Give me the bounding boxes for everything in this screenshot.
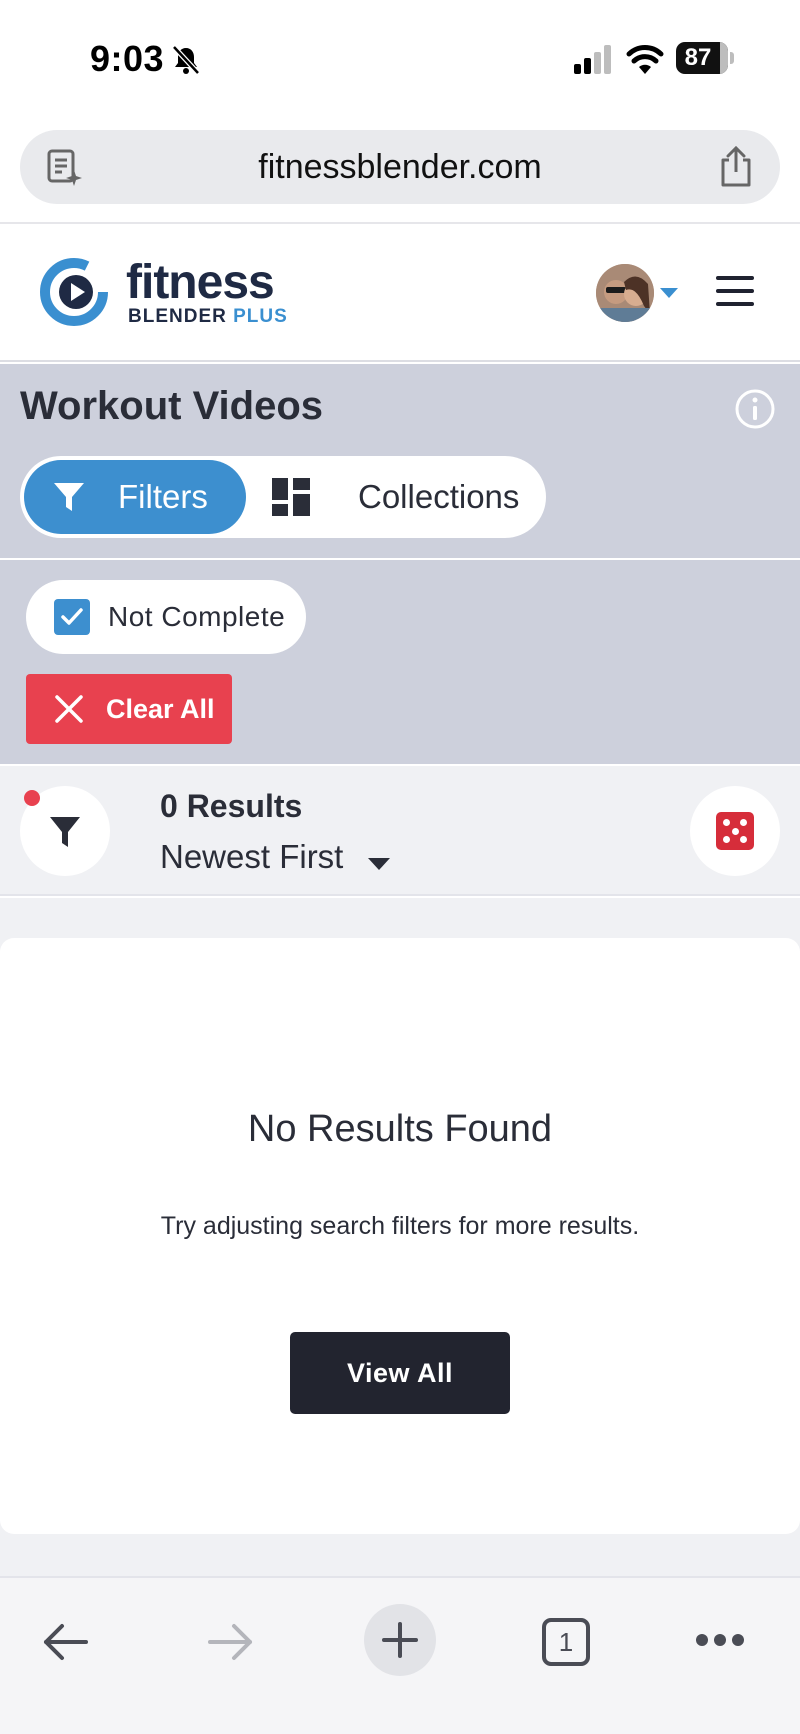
empty-state-title: No Results Found [247, 1108, 553, 1150]
battery-level: 87 [684, 44, 712, 71]
filter-funnel-icon [54, 483, 84, 511]
new-tab-button[interactable] [364, 1604, 436, 1676]
tab-filters[interactable]: Filters [24, 460, 246, 534]
sort-select[interactable]: Newest First [160, 838, 343, 876]
filter-chip-not-complete[interactable]: Not Complete [26, 580, 306, 654]
close-icon [55, 695, 83, 723]
results-count: 0 Results [160, 788, 303, 824]
address-bar[interactable]: fitnessblender.com [20, 130, 780, 204]
browser-address-area: fitnessblender.com [0, 118, 800, 224]
active-filter-indicator [24, 790, 40, 806]
view-toggle: Filters Collections [20, 456, 546, 538]
page-title: Workout Videos [20, 384, 324, 428]
tabs-icon[interactable]: 1 [542, 1618, 590, 1666]
random-workout-button[interactable] [690, 786, 780, 876]
logo-blender: BLENDER [128, 306, 227, 327]
forward-arrow-icon[interactable] [206, 1622, 256, 1662]
view-all-button[interactable]: View All [290, 1332, 510, 1414]
tab-filters-label: Filters [118, 478, 208, 515]
status-bar: 9:03 87 [0, 0, 800, 118]
chevron-down-icon[interactable] [660, 288, 678, 298]
check-icon [61, 608, 83, 625]
filter-chip-label: Not Complete [108, 601, 286, 632]
logo-play-icon[interactable] [38, 256, 110, 328]
random-dice-icon [716, 812, 754, 850]
site-header: fitness BLENDER PLUS [0, 226, 800, 362]
cellular-signal-icon [574, 45, 611, 74]
checkbox[interactable] [54, 599, 90, 635]
chevron-down-icon[interactable] [368, 858, 390, 870]
empty-state-card: No Results Found Try adjusting search fi… [0, 938, 800, 1534]
logo-wordmark[interactable]: fitness [126, 258, 275, 308]
new-tab-plus-icon [382, 1622, 418, 1658]
logo-plus: PLUS [233, 306, 288, 327]
tab-collections-label: Collections [358, 478, 520, 515]
logo-subtitle: BLENDER PLUS [128, 306, 288, 328]
results-bar: 0 Results Newest First [0, 766, 800, 896]
info-icon[interactable] [734, 388, 776, 430]
workout-videos-panel: Workout Videos Filters Collections [0, 364, 800, 558]
more-icon[interactable] [696, 1634, 744, 1646]
battery-icon: 87 [676, 42, 734, 74]
clear-all-label: Clear All [106, 694, 215, 724]
avatar[interactable] [596, 264, 654, 322]
hamburger-menu-icon[interactable] [716, 276, 754, 308]
clear-all-button[interactable]: Clear All [26, 674, 232, 744]
back-arrow-icon[interactable] [40, 1622, 90, 1662]
empty-state-subtitle: Try adjusting search filters for more re… [160, 1212, 640, 1240]
url-text: fitnessblender.com [258, 148, 542, 186]
status-time: 9:03 [90, 38, 165, 79]
share-icon[interactable] [718, 146, 754, 188]
browser-toolbar: 1 [0, 1576, 800, 1734]
content-area: No Results Found Try adjusting search fi… [0, 898, 800, 1576]
filter-funnel-icon [50, 817, 80, 847]
bell-slash-icon [172, 45, 200, 75]
tab-collections[interactable]: Collections [246, 460, 540, 534]
active-filters-panel: Not Complete Clear All [0, 560, 800, 764]
wifi-icon [626, 45, 664, 74]
grid-icon [272, 478, 310, 516]
